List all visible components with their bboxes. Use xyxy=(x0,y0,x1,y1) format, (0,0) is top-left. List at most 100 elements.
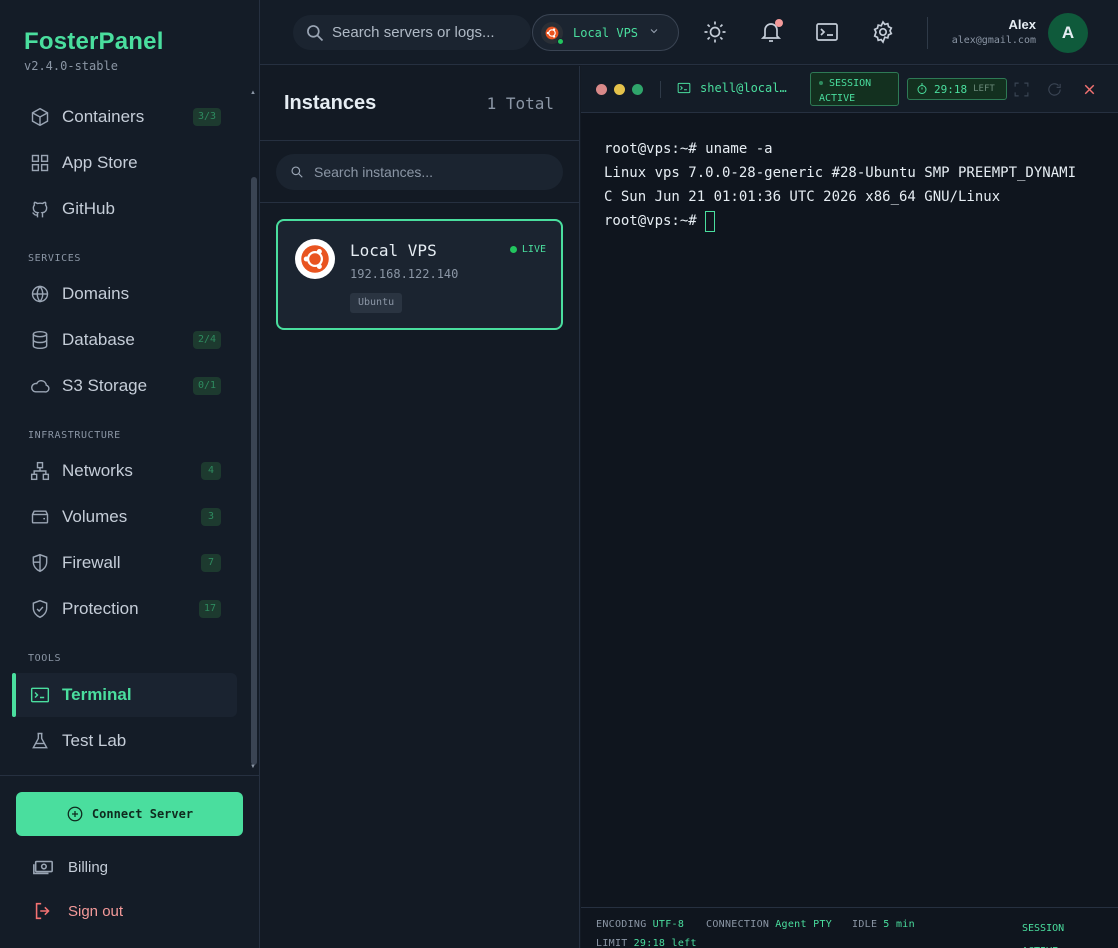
avatar[interactable]: A xyxy=(1048,13,1088,53)
sidebar-item-domains[interactable]: Domains xyxy=(12,272,237,316)
instances-search xyxy=(276,154,563,190)
settings-button[interactable] xyxy=(870,19,896,45)
sidebar-item-label: Volumes xyxy=(62,507,128,526)
instances-header: Instances 1 Total xyxy=(260,66,579,141)
limit-status: LIMIT 29:18 left xyxy=(596,938,697,948)
scroll-up-arrow[interactable]: ▲ xyxy=(250,90,256,96)
flask-icon xyxy=(30,731,50,751)
sidebar-item-s3-storage[interactable]: S3 Storage 0/1 xyxy=(12,364,237,408)
timer-icon xyxy=(917,83,927,94)
toolbar-divider xyxy=(660,81,661,98)
global-search-input[interactable] xyxy=(332,24,522,41)
scroll-down-arrow[interactable]: ▼ xyxy=(250,764,256,770)
close-terminal-button[interactable] xyxy=(1081,81,1098,98)
network-icon xyxy=(30,461,50,481)
cloud-icon xyxy=(30,376,50,396)
search-icon xyxy=(291,166,303,178)
hard-drive-icon xyxy=(30,507,50,527)
connect-server-button[interactable]: Connect Server xyxy=(16,792,243,836)
window-close-dot[interactable] xyxy=(596,84,607,95)
online-status-dot xyxy=(557,37,564,45)
server-selector-label: Local VPS xyxy=(573,25,639,40)
sidebar-item-label: Test Lab xyxy=(62,731,127,750)
terminal-output[interactable]: root@vps:~# uname -a Linux vps 7.0.0-28-g… xyxy=(604,137,1084,233)
github-icon xyxy=(30,199,50,219)
billing-label: Billing xyxy=(68,858,109,876)
sidebar-item-label: Containers xyxy=(62,107,145,126)
sidebar-item-protection[interactable]: Protection 17 xyxy=(12,587,237,631)
sun-icon xyxy=(704,21,726,43)
sign-out-label: Sign out xyxy=(68,902,124,920)
window-minimize-dot[interactable] xyxy=(614,84,625,95)
window-maximize-dot[interactable] xyxy=(632,84,643,95)
banknote-icon xyxy=(33,860,53,875)
count-badge: 4 xyxy=(201,462,221,480)
sidebar-item-terminal[interactable]: Terminal xyxy=(12,673,237,717)
connection-status: CONNECTION Agent PTY xyxy=(706,919,833,930)
timer-value: 29:18 xyxy=(934,82,968,96)
sidebar-item-label: Protection xyxy=(62,599,139,618)
count-badge: 0/1 xyxy=(192,377,221,395)
ubuntu-icon xyxy=(541,21,564,45)
instances-search-bar xyxy=(260,141,579,203)
session-line1: SESSION xyxy=(829,78,872,89)
grid-icon xyxy=(30,153,50,173)
chevron-down-icon xyxy=(648,24,660,42)
shell-tab[interactable]: shell@local… xyxy=(677,81,787,95)
instances-title: Instances xyxy=(284,92,377,114)
section-label-tools: TOOLS xyxy=(28,653,62,664)
brand-title: FosterPanel xyxy=(24,28,164,55)
timer-suffix: LEFT xyxy=(973,84,995,94)
count-badge: 3 xyxy=(201,508,221,526)
terminal-status-bar: ENCODING UTF-8 CONNECTION Agent PTY IDLE 5 … xyxy=(581,907,1118,948)
sidebar-item-label: Terminal xyxy=(62,685,132,704)
instances-panel: Instances 1 Total Local VPS 192.168.122.… xyxy=(260,66,580,948)
count-badge: 17 xyxy=(198,600,221,618)
count-badge: 3/3 xyxy=(192,108,221,126)
sidebar-item-app-store[interactable]: App Store xyxy=(12,141,237,185)
theme-toggle-button[interactable] xyxy=(702,19,728,45)
sidebar-item-github[interactable]: GitHub xyxy=(12,187,237,231)
shield-check-icon xyxy=(30,599,50,619)
refresh-button[interactable] xyxy=(1046,81,1063,98)
shell-tab-label: shell@local… xyxy=(700,81,787,95)
sidebar-item-volumes[interactable]: Volumes 3 xyxy=(12,495,237,539)
terminal-icon xyxy=(677,82,691,94)
instance-os-tag: Ubuntu xyxy=(350,293,403,313)
sidebar-item-label: GitHub xyxy=(62,199,115,218)
sidebar-item-label: S3 Storage xyxy=(62,376,148,395)
plus-circle-icon xyxy=(67,806,83,822)
sidebar-divider xyxy=(0,775,260,776)
connect-server-label: Connect Server xyxy=(91,807,194,821)
sidebar-item-label: Database xyxy=(62,330,135,349)
status-badge: LIVE xyxy=(510,244,546,255)
sidebar-item-firewall[interactable]: Firewall 7 xyxy=(12,541,237,585)
sidebar-item-label: Networks xyxy=(62,461,133,480)
server-selector[interactable]: Local VPS xyxy=(532,14,679,51)
session-line2: ACTIVE xyxy=(819,93,856,104)
database-icon xyxy=(30,330,50,350)
terminal-panel: shell@local… SESSION ACTIVE 29:18 LEFT r… xyxy=(581,66,1118,948)
sidebar-item-networks[interactable]: Networks 4 xyxy=(12,449,237,493)
instance-ip: 192.168.122.140 xyxy=(350,267,459,281)
user-email: alex@gmail.com xyxy=(951,35,1036,46)
close-icon xyxy=(1084,84,1095,95)
instances-search-input[interactable] xyxy=(314,164,544,180)
sidebar-item-test-lab[interactable]: Test Lab xyxy=(12,719,237,763)
terminal-cursor xyxy=(704,210,715,232)
sidebar-item-containers[interactable]: Containers 3/3 xyxy=(12,95,237,139)
fullscreen-button[interactable] xyxy=(1013,81,1030,98)
sidebar-scrollbar[interactable] xyxy=(251,177,257,765)
sidebar-item-label: App Store xyxy=(62,153,138,172)
sidebar-item-label: Firewall xyxy=(62,553,121,572)
terminal-icon xyxy=(30,685,50,705)
instance-card[interactable]: Local VPS 192.168.122.140 Ubuntu LIVE xyxy=(276,219,563,330)
sidebar: FosterPanel v2.4.0-stable Containers 3/3… xyxy=(0,0,260,948)
console-button[interactable] xyxy=(814,19,840,45)
terminal-prompt: root@vps:~# xyxy=(604,213,697,229)
sign-out-link[interactable]: Sign out xyxy=(32,900,123,922)
notifications-button[interactable] xyxy=(758,19,784,45)
sidebar-item-database[interactable]: Database 2/4 xyxy=(12,318,237,362)
billing-link[interactable]: Billing xyxy=(32,856,108,878)
search-icon xyxy=(307,24,324,41)
